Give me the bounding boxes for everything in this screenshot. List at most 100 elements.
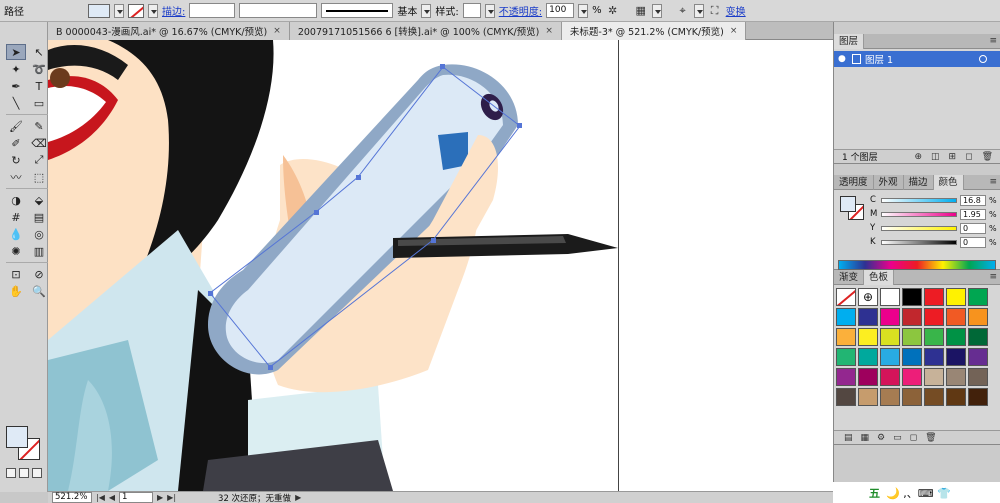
first-page-icon[interactable]: |◀ [96, 493, 105, 502]
swatch-1[interactable] [924, 288, 944, 306]
swatch-18[interactable] [836, 348, 856, 366]
swatch-22[interactable] [924, 348, 944, 366]
swatch-37[interactable] [946, 388, 966, 406]
swatch-8[interactable] [924, 308, 944, 326]
blob-brush-icon[interactable]: ✐ [6, 135, 26, 151]
swatch-33[interactable] [858, 388, 878, 406]
zoom-icon[interactable]: 🔍 [29, 283, 49, 299]
trash-icon[interactable]: 🗑 [925, 433, 936, 443]
stroke-swatch[interactable] [128, 3, 144, 18]
panel-menu-icon[interactable]: ≡ [989, 36, 997, 46]
selection-icon[interactable]: ➤ [6, 44, 26, 60]
slider-track[interactable] [881, 225, 957, 231]
fill-stroke-control[interactable] [6, 426, 42, 462]
new-sublayer-icon[interactable]: ⊞ [949, 152, 957, 162]
slider-yellow[interactable]: Y 0 % [870, 222, 998, 234]
target-icon[interactable] [979, 55, 987, 63]
swatch-3[interactable] [968, 288, 988, 306]
opacity-field[interactable]: 100 [546, 3, 575, 18]
clip-icon[interactable]: ◫ [931, 152, 940, 162]
tab-stroke[interactable]: 描边 [904, 174, 934, 190]
pen-icon[interactable]: ✒ [6, 78, 26, 94]
pencil-icon[interactable]: ✎ [29, 118, 49, 134]
style-dropdown[interactable] [484, 3, 495, 18]
opacity-link[interactable]: 不透明度: [499, 3, 542, 18]
panel-menu-icon[interactable]: ≡ [989, 177, 997, 187]
tab-color[interactable]: 颜色 [933, 174, 964, 190]
slider-value[interactable]: 16.8 [960, 194, 986, 206]
variable-width-field[interactable] [239, 3, 318, 18]
swatch-31[interactable] [968, 368, 988, 386]
direct-selection-icon[interactable]: ↖ [29, 44, 49, 60]
swatch-17[interactable] [968, 328, 988, 346]
blend-icon[interactable]: ◎ [29, 226, 49, 242]
status-menu-icon[interactable]: ▶ [295, 493, 301, 502]
magic-wand-icon[interactable]: ✦ [6, 61, 26, 77]
trash-icon[interactable]: 🗑 [982, 152, 993, 162]
swatch-24[interactable] [968, 348, 988, 366]
expand-icon[interactable]: ⛶ [708, 4, 722, 18]
tab-document-2[interactable]: 20079171051566 6 [转换].ai* @ 100% (CMYK/预… [289, 22, 562, 40]
gradient-icon[interactable]: ▤ [29, 209, 49, 225]
swatch-13[interactable] [880, 328, 900, 346]
new-color-group-icon[interactable]: ▭ [893, 433, 902, 443]
none-mode-icon[interactable] [32, 468, 42, 478]
swatch-28[interactable] [902, 368, 922, 386]
mesh-icon[interactable]: # [6, 209, 26, 225]
swatch-12[interactable] [858, 328, 878, 346]
swatch-15[interactable] [924, 328, 944, 346]
tab-gradient[interactable]: 渐变 [834, 269, 865, 285]
registration-icon[interactable]: ⊕ [858, 288, 878, 306]
brush-definition-field[interactable] [321, 3, 394, 18]
layer-row[interactable]: ● 图层 1 [834, 51, 1000, 67]
swatch-14[interactable] [902, 328, 922, 346]
recolor-icon[interactable]: ✲ [606, 4, 620, 18]
swatch-2[interactable] [946, 288, 966, 306]
swatch-7[interactable] [902, 308, 922, 326]
swatch-white[interactable] [880, 288, 900, 306]
close-icon[interactable]: × [273, 26, 281, 36]
swatch-none[interactable] [836, 288, 856, 306]
swatch-20[interactable] [880, 348, 900, 366]
tab-appearance[interactable]: 外观 [874, 174, 904, 190]
swatch-library-icon[interactable]: ▤ [844, 433, 853, 443]
tab-document-1[interactable]: B 0000043-漫画风.ai* @ 16.67% (CMYK/预览) × [48, 22, 290, 40]
locate-icon[interactable]: ⊕ [914, 152, 922, 162]
rotate-icon[interactable]: ↻ [6, 152, 26, 168]
swatch-11[interactable] [836, 328, 856, 346]
new-layer-icon[interactable]: ◻ [965, 152, 972, 162]
lasso-icon[interactable]: ➰ [29, 61, 49, 77]
warp-icon[interactable]: 〰 [6, 169, 26, 185]
swatch-5[interactable] [858, 308, 878, 326]
zoom-field[interactable]: 521.2% [52, 492, 92, 503]
swatch-32[interactable] [836, 388, 856, 406]
swatch-35[interactable] [902, 388, 922, 406]
next-page-icon[interactable]: ▶ [157, 493, 163, 502]
slider-track[interactable] [881, 239, 957, 245]
slider-magenta[interactable]: M 1.95 % [870, 208, 998, 220]
swatch-6[interactable] [880, 308, 900, 326]
new-swatch-icon[interactable]: ◻ [910, 433, 917, 443]
isolate-dropdown[interactable] [693, 3, 704, 18]
stroke-link[interactable]: 描边: [162, 3, 185, 18]
transform-link[interactable]: 变换 [726, 3, 746, 18]
swatch-0[interactable] [902, 288, 922, 306]
swatch-26[interactable] [858, 368, 878, 386]
swatch-19[interactable] [858, 348, 878, 366]
shape-builder-icon[interactable]: ◑ [6, 192, 26, 208]
panel-menu-icon[interactable]: ≡ [989, 272, 997, 282]
slider-value[interactable]: 0 [960, 236, 986, 248]
gradient-mode-icon[interactable] [19, 468, 29, 478]
tab-transparency[interactable]: 透明度 [834, 174, 874, 190]
swatch-16[interactable] [946, 328, 966, 346]
align-dropdown[interactable] [651, 3, 662, 18]
align-icon[interactable]: ▦ [634, 4, 648, 18]
last-page-icon[interactable]: ▶| [167, 493, 176, 502]
swatch-kinds-icon[interactable]: ▦ [861, 433, 870, 443]
slice-icon[interactable]: ⊘ [29, 266, 49, 282]
column-graph-icon[interactable]: ▥ [29, 243, 49, 259]
tab-document-3[interactable]: 未标题-3* @ 521.2% (CMYK/预览) × [561, 22, 747, 40]
eraser-icon[interactable]: ⌫ [29, 135, 49, 151]
line-icon[interactable]: ╲ [6, 95, 26, 111]
eye-icon[interactable]: ● [838, 54, 848, 64]
